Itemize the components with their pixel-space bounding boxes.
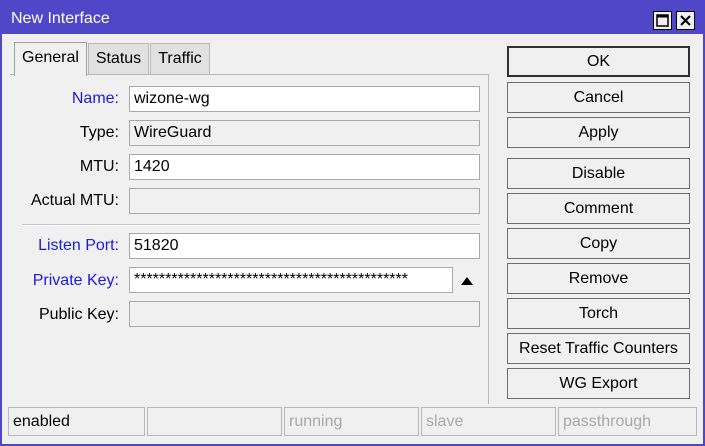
new-interface-window: New Interface General Status Traffic Nam… — [0, 0, 705, 446]
copy-button[interactable]: Copy — [507, 228, 690, 259]
comment-button[interactable]: Comment — [507, 193, 690, 224]
disable-button[interactable]: Disable — [507, 158, 690, 189]
wg-export-button[interactable]: WG Export — [507, 368, 690, 399]
window-title: New Interface — [11, 10, 110, 27]
status-blank — [147, 407, 282, 436]
type-label: Type: — [79, 124, 119, 141]
cancel-button[interactable]: Cancel — [507, 82, 690, 113]
listen-port-label[interactable]: Listen Port: — [38, 237, 119, 255]
mtu-input[interactable] — [129, 154, 480, 180]
listen-port-input[interactable] — [129, 233, 480, 259]
close-button[interactable] — [676, 11, 695, 30]
mtu-label: MTU: — [79, 158, 119, 175]
status-running: running — [284, 407, 419, 436]
name-input[interactable] — [129, 86, 480, 112]
tab-general[interactable]: General — [14, 42, 87, 76]
title-bar[interactable]: New Interface — [2, 2, 703, 34]
ok-button[interactable]: OK — [507, 46, 690, 77]
status-enabled: enabled — [8, 407, 145, 436]
form-separator — [22, 224, 480, 226]
torch-button[interactable]: Torch — [507, 298, 690, 329]
triangle-up-icon[interactable] — [460, 276, 474, 286]
reset-traffic-counters-button[interactable]: Reset Traffic Counters — [507, 333, 690, 364]
name-label[interactable]: Name: — [72, 90, 119, 108]
tab-status[interactable]: Status — [88, 43, 149, 75]
actual-mtu-field — [129, 188, 480, 214]
maximize-icon — [656, 14, 669, 27]
close-icon — [680, 15, 691, 26]
public-key-field[interactable] — [129, 301, 480, 327]
public-key-label: Public Key: — [38, 306, 119, 323]
status-slave: slave — [421, 407, 556, 436]
tab-traffic[interactable]: Traffic — [150, 43, 210, 75]
maximize-button[interactable] — [653, 11, 672, 30]
type-field[interactable]: WireGuard — [129, 120, 480, 146]
apply-button[interactable]: Apply — [507, 117, 690, 148]
remove-button[interactable]: Remove — [507, 263, 690, 294]
private-key-label[interactable]: Private Key: — [33, 272, 119, 290]
status-passthrough: passthrough — [558, 407, 697, 436]
actual-mtu-label: Actual MTU: — [30, 192, 119, 209]
private-key-input[interactable]: ****************************************… — [129, 267, 453, 293]
